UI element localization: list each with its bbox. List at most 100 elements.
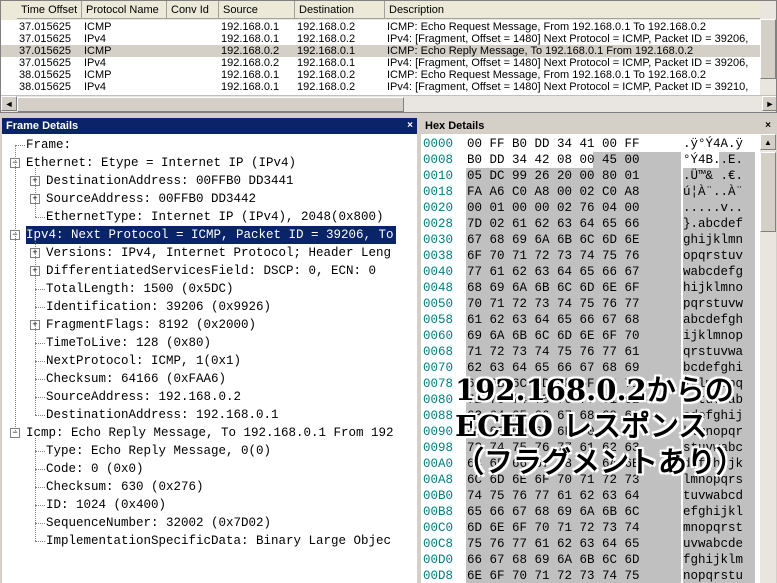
tree-node[interactable]: EthernetType: Internet IP (IPv4), 2048(0… <box>46 208 384 226</box>
hex-bytes: 05 DC 99 26 20 00 80 01 <box>467 169 640 183</box>
hex-row[interactable]: 0048 68 69 6A 6B 6C 6D 6E 6F hijklmno <box>421 280 760 296</box>
hex-offset: 0018 <box>423 185 454 199</box>
hex-row[interactable]: 0020 00 01 00 00 02 76 04 00 .....v.. <box>421 200 760 216</box>
hex-row[interactable]: 00C8 75 76 77 61 62 63 64 65 uvwabcde <box>421 536 760 552</box>
hex-row[interactable]: 00D8 6E 6F 70 71 72 73 74 75 nopqrstu <box>421 568 760 583</box>
tree-connector <box>35 487 45 488</box>
tree-node[interactable]: TimeToLive: 128 (0x80) <box>46 334 211 352</box>
hex-row[interactable]: 0058 61 62 63 64 65 66 67 68 abcdefgh <box>421 312 760 328</box>
tree-node[interactable]: Checksum: 630 (0x276) <box>46 478 204 496</box>
tree-node[interactable]: NextProtocol: ICMP, 1(0x1) <box>46 352 241 370</box>
hex-ascii: opqrstuv <box>683 249 744 263</box>
tree-node[interactable]: DifferentiatedServicesField: DSCP: 0, EC… <box>46 262 376 280</box>
packet-cell: ICMP <box>84 45 112 57</box>
hex-row[interactable]: 0038 6F 70 71 72 73 74 75 76 opqrstuv <box>421 248 760 264</box>
packet-row[interactable]: 37.015625 ICMP 192.168.0.1 192.168.0.2 ICMP:… <box>1 21 776 33</box>
hex-row[interactable]: 0000 00 FF B0 DD 34 41 00 FF .ÿ°Ý4A.ÿ <box>421 136 760 152</box>
hex-offset: 00B8 <box>423 505 454 519</box>
tree-node[interactable]: ImplementationSpecificData: Binary Large… <box>46 532 391 550</box>
hex-row[interactable]: 0060 69 6A 6B 6C 6D 6E 6F 70 ijklmnop <box>421 328 760 344</box>
tree-connector <box>35 505 45 506</box>
tree-node[interactable]: Type: Echo Reply Message, 0(0) <box>46 442 271 460</box>
packet-list-hscroll-thumb[interactable] <box>17 97 404 112</box>
hex-row[interactable]: 0010 05 DC 99 26 20 00 80 01 .Ü™& .€. <box>421 168 760 184</box>
tree-node[interactable]: DestinationAddress: 00FFB0 DD3441 <box>46 172 294 190</box>
hex-ascii: ghijklmn <box>683 233 744 247</box>
hex-bytes: 70 71 72 73 74 75 76 77 <box>467 297 640 311</box>
packet-cell: 37.015625 <box>19 33 71 45</box>
packet-list-horizontal-scrollbar[interactable]: ◄ ► <box>1 95 776 112</box>
packet-row[interactable]: 37.015625 IPv4 192.168.0.2 192.168.0.1 IPv4:… <box>1 57 776 69</box>
hex-details-close-icon[interactable]: × <box>765 118 771 134</box>
hex-row[interactable]: 0050 70 71 72 73 74 75 76 77 pqrstuvw <box>421 296 760 312</box>
packet-row[interactable]: 38.015625 IPv4 192.168.0.1 192.168.0.2 IPv4:… <box>1 81 776 93</box>
hex-offset: 0070 <box>423 361 454 375</box>
hex-bytes: B0 DD 34 42 08 00 45 00 <box>467 153 640 167</box>
column-header-time-offset[interactable]: Time Offset <box>17 1 82 19</box>
scroll-left-arrow-icon[interactable]: ◄ <box>1 96 17 111</box>
frame-details-tree[interactable]: Frame: − Ethernet: Etype = Internet IP (IP… <box>2 134 417 583</box>
hex-ascii: nopqrstu <box>683 569 744 583</box>
tree-node[interactable]: Checksum: 64166 (0xFAA6) <box>46 370 226 388</box>
hex-offset: 00A0 <box>423 457 454 471</box>
scroll-up-arrow-icon[interactable]: ▲ <box>760 134 776 150</box>
hex-row[interactable]: 0030 67 68 69 6A 6B 6C 6D 6E ghijklmn <box>421 232 760 248</box>
column-header-description[interactable]: Description <box>385 1 776 19</box>
tree-node[interactable]: SourceAddress: 00FFB0 DD3442 <box>46 190 256 208</box>
frame-details-close-icon[interactable]: × <box>407 118 413 134</box>
tree-node[interactable]: Icmp: Echo Reply Message, To 192.168.0.1… <box>26 424 394 442</box>
tree-node[interactable]: SequenceNumber: 32002 (0x7D02) <box>46 514 271 532</box>
tree-connector <box>35 361 45 362</box>
tree-node[interactable]: TotalLength: 1500 (0x5DC) <box>46 280 234 298</box>
tree-node[interactable]: Ethernet: Etype = Internet IP (IPv4) <box>26 154 296 172</box>
packet-list-vscroll-thumb[interactable] <box>760 19 776 79</box>
tree-node[interactable]: Frame: <box>26 136 71 154</box>
hex-vscroll-thumb[interactable] <box>760 152 776 232</box>
frame-details-title: Frame Details <box>6 120 79 132</box>
hex-details-pane[interactable]: 0000 00 FF B0 DD 34 41 00 FF .ÿ°Ý4A.ÿ 0008 B… <box>421 134 760 583</box>
hex-vertical-scrollbar[interactable]: ▲ <box>760 134 776 583</box>
hex-row[interactable]: 00D0 66 67 68 69 6A 6B 6C 6D fghijklm <box>421 552 760 568</box>
packet-cell: ICMP: Echo Request Message, From 192.168… <box>387 69 706 81</box>
tree-node[interactable]: Code: 0 (0x0) <box>46 460 144 478</box>
column-header-source[interactable]: Source <box>219 1 295 19</box>
hex-offset: 0080 <box>423 393 454 407</box>
packet-row[interactable]: 38.015625 ICMP 192.168.0.1 192.168.0.2 ICMP:… <box>1 69 776 81</box>
tree-node[interactable]: FragmentFlags: 8192 (0x2000) <box>46 316 256 334</box>
column-header-destination[interactable]: Destination <box>295 1 385 19</box>
hex-row[interactable]: 0040 77 61 62 63 64 65 66 67 wabcdefg <box>421 264 760 280</box>
hex-offset: 00B0 <box>423 489 454 503</box>
hex-offset: 0048 <box>423 281 454 295</box>
hex-offset: 0028 <box>423 217 454 231</box>
tree-node[interactable]: Ipv4: Next Protocol = ICMP, Packet ID = … <box>25 225 397 245</box>
packet-list[interactable]: Time Offset Protocol Name Conv Id Source Des… <box>0 0 777 113</box>
hex-offset: 0008 <box>423 153 454 167</box>
hex-row[interactable]: 0018 FA A6 C0 A8 00 02 C0 A8 ú¦À¨..À¨ <box>421 184 760 200</box>
hex-ascii: ú¦À¨..À¨ <box>683 185 744 199</box>
hex-ascii: °Ý4B..E. <box>683 153 744 167</box>
hex-row[interactable]: 0008 B0 DD 34 42 08 00 45 00 °Ý4B..E. <box>421 152 760 168</box>
hex-offset: 0050 <box>423 297 454 311</box>
packet-cell: 192.168.0.2 <box>221 45 280 57</box>
hex-ascii: .Ü™& .€. <box>683 169 744 183</box>
packet-row[interactable]: 37.015625 IPv4 192.168.0.1 192.168.0.2 IPv4:… <box>1 33 776 45</box>
hex-row[interactable]: 00B0 74 75 76 77 61 62 63 64 tuvwabcd <box>421 488 760 504</box>
tree-node[interactable]: ID: 1024 (0x400) <box>46 496 166 514</box>
scroll-right-arrow-icon[interactable]: ► <box>762 96 776 111</box>
hex-offset: 0000 <box>423 137 454 151</box>
tree-node[interactable]: Versions: IPv4, Internet Protocol; Heade… <box>46 244 391 262</box>
hex-bytes: 65 66 67 68 69 6A 6B 6C <box>467 505 640 519</box>
hex-row[interactable]: 00B8 65 66 67 68 69 6A 6B 6C efghijkl <box>421 504 760 520</box>
tree-node[interactable]: SourceAddress: 192.168.0.2 <box>46 388 241 406</box>
packet-row[interactable]: 37.015625 ICMP 192.168.0.2 192.168.0.1 ICMP:… <box>1 45 776 57</box>
column-header-protocol-name[interactable]: Protocol Name <box>82 1 167 19</box>
tree-connector <box>35 289 45 290</box>
tree-node[interactable]: DestinationAddress: 192.168.0.1 <box>46 406 279 424</box>
hex-row[interactable]: 00C0 6D 6E 6F 70 71 72 73 74 mnopqrst <box>421 520 760 536</box>
column-header-conv-id[interactable]: Conv Id <box>167 1 219 19</box>
hex-bytes: 61 62 63 64 65 66 67 68 <box>467 313 640 327</box>
hex-row[interactable]: 0068 71 72 73 74 75 76 77 61 qrstuvwa <box>421 344 760 360</box>
tree-node[interactable]: Identification: 39206 (0x9926) <box>46 298 271 316</box>
hex-row[interactable]: 0028 7D 02 61 62 63 64 65 66}.abcdef <box>421 216 760 232</box>
packet-list-vertical-scrollbar[interactable] <box>760 1 776 98</box>
